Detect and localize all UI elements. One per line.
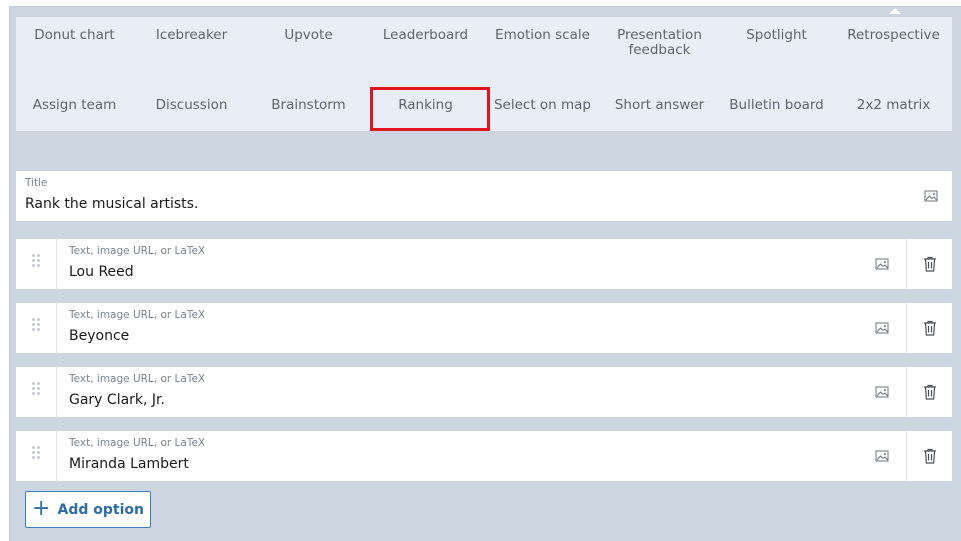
plus-icon: + [32,495,51,521]
question-type-row-1: Donut chart Icebreaker Upvote Leaderboar… [16,28,952,68]
type-retrospective[interactable]: Retrospective [835,28,952,68]
question-type-row-2: Assign team Discussion Brainstorm Rankin… [16,92,952,118]
type-presentation-feedback[interactable]: Presentation feedback [601,28,718,68]
title-field[interactable]: Title Rank the musical artists. [16,171,952,221]
drag-handle-icon[interactable] [16,431,57,481]
option-row: Text, image URL, or LaTeX Gary Clark, Jr… [16,367,952,417]
type-ranking[interactable]: Ranking [367,92,484,118]
image-icon[interactable] [875,257,889,271]
option-placeholder: Text, image URL, or LaTeX [69,373,206,385]
type-icebreaker[interactable]: Icebreaker [133,28,250,68]
option-input[interactable]: Miranda Lambert [69,456,189,472]
title-label: Title [25,177,48,189]
trash-icon[interactable] [906,303,952,353]
type-bulletin-board[interactable]: Bulletin board [718,92,835,118]
drag-handle-icon[interactable] [16,367,57,417]
image-icon[interactable] [875,321,889,335]
option-placeholder: Text, image URL, or LaTeX [69,245,206,257]
add-option-button[interactable]: + Add option [25,491,151,528]
option-placeholder: Text, image URL, or LaTeX [69,437,206,449]
image-icon[interactable] [875,385,889,399]
option-placeholder: Text, image URL, or LaTeX [69,309,206,321]
type-upvote[interactable]: Upvote [250,28,367,68]
type-discussion[interactable]: Discussion [133,92,250,118]
title-input[interactable]: Rank the musical artists. [25,196,198,212]
trash-icon[interactable] [906,239,952,289]
type-select-on-map[interactable]: Select on map [484,92,601,118]
type-emotion-scale[interactable]: Emotion scale [484,28,601,68]
type-2x2-matrix[interactable]: 2x2 matrix [835,92,952,118]
trash-icon[interactable] [906,367,952,417]
image-icon[interactable] [924,189,938,203]
option-input[interactable]: Lou Reed [69,264,134,280]
trash-icon[interactable] [906,431,952,481]
option-row: Text, image URL, or LaTeX Miranda Lamber… [16,431,952,481]
corner-notch-icon [889,8,901,14]
image-icon[interactable] [875,449,889,463]
option-input[interactable]: Beyonce [69,328,129,344]
drag-handle-icon[interactable] [16,303,57,353]
drag-handle-icon[interactable] [16,239,57,289]
type-donut-chart[interactable]: Donut chart [16,28,133,68]
add-option-label: Add option [57,501,144,518]
type-short-answer[interactable]: Short answer [601,92,718,118]
option-row: Text, image URL, or LaTeX Beyonce [16,303,952,353]
question-type-grid: Donut chart Icebreaker Upvote Leaderboar… [16,17,952,131]
type-assign-team[interactable]: Assign team [16,92,133,118]
type-leaderboard[interactable]: Leaderboard [367,28,484,68]
type-spotlight[interactable]: Spotlight [718,28,835,68]
type-brainstorm[interactable]: Brainstorm [250,92,367,118]
option-row: Text, image URL, or LaTeX Lou Reed [16,239,952,289]
option-input[interactable]: Gary Clark, Jr. [69,392,165,408]
